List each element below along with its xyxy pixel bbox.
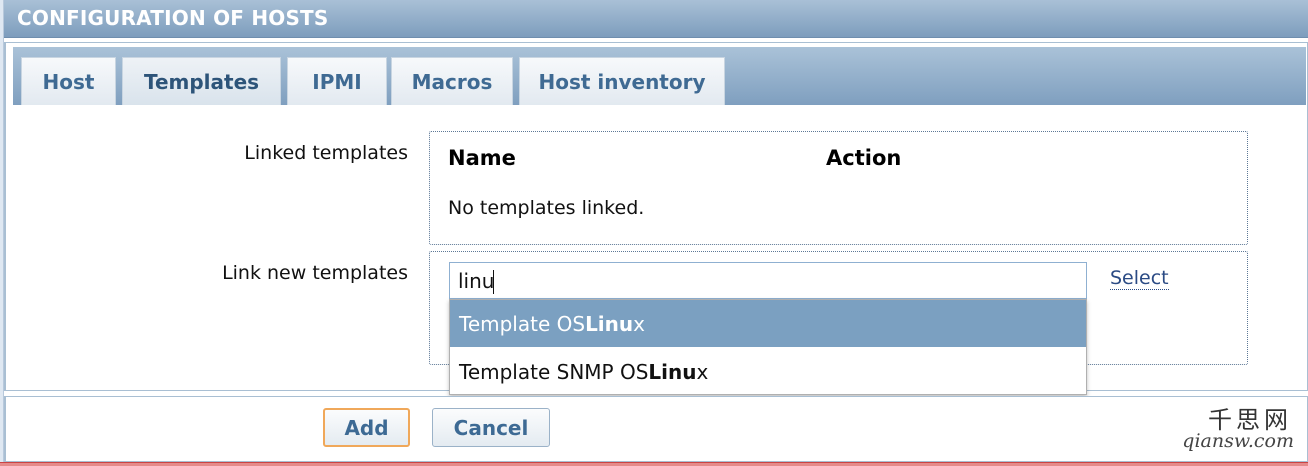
- suggestion-match: Linu: [585, 311, 634, 336]
- cancel-button[interactable]: Cancel: [432, 408, 550, 447]
- page-header: CONFIGURATION OF HOSTS: [4, 0, 1308, 38]
- suggestion-prefix: Template SNMP OS: [459, 359, 649, 384]
- linked-templates-label: Linked templates: [244, 142, 408, 164]
- no-templates-message: No templates linked.: [448, 197, 645, 219]
- tab-templates[interactable]: Templates: [122, 57, 281, 105]
- suggestion-template-os-linux[interactable]: Template OS Linu x: [450, 300, 1086, 347]
- column-header-action: Action: [826, 146, 902, 170]
- tab-strip: Host Templates IPMI Macros Host inventor…: [13, 47, 1306, 105]
- form-footer: [4, 396, 1308, 462]
- suggestion-suffix: x: [696, 359, 709, 384]
- column-header-name: Name: [448, 146, 516, 170]
- suggestion-template-snmp-os-linux[interactable]: Template SNMP OS Linu x: [450, 348, 1086, 395]
- suggestion-prefix: Template OS: [459, 311, 586, 336]
- suggestion-match: Linu: [648, 359, 697, 384]
- page-title: CONFIGURATION OF HOSTS: [17, 6, 329, 30]
- text-caret: [493, 270, 494, 294]
- link-new-templates-label: Link new templates: [222, 262, 408, 284]
- tab-macros[interactable]: Macros: [391, 57, 513, 105]
- select-templates-link[interactable]: Select: [1110, 267, 1169, 290]
- tab-host[interactable]: Host: [21, 57, 116, 105]
- autocomplete-dropdown: Template OS Linu x Template SNMP OS Linu x: [449, 299, 1087, 395]
- tab-ipmi[interactable]: IPMI: [287, 57, 387, 105]
- add-button[interactable]: Add: [323, 408, 410, 447]
- bottom-error-bar: [0, 462, 1308, 466]
- template-search-input[interactable]: [449, 262, 1087, 299]
- suggestion-suffix: x: [633, 311, 645, 336]
- tab-host-inventory[interactable]: Host inventory: [519, 57, 725, 105]
- watermark-logo: 千思网 qiansw.com: [1178, 398, 1302, 458]
- watermark-url-text: qiansw.com: [1182, 430, 1294, 452]
